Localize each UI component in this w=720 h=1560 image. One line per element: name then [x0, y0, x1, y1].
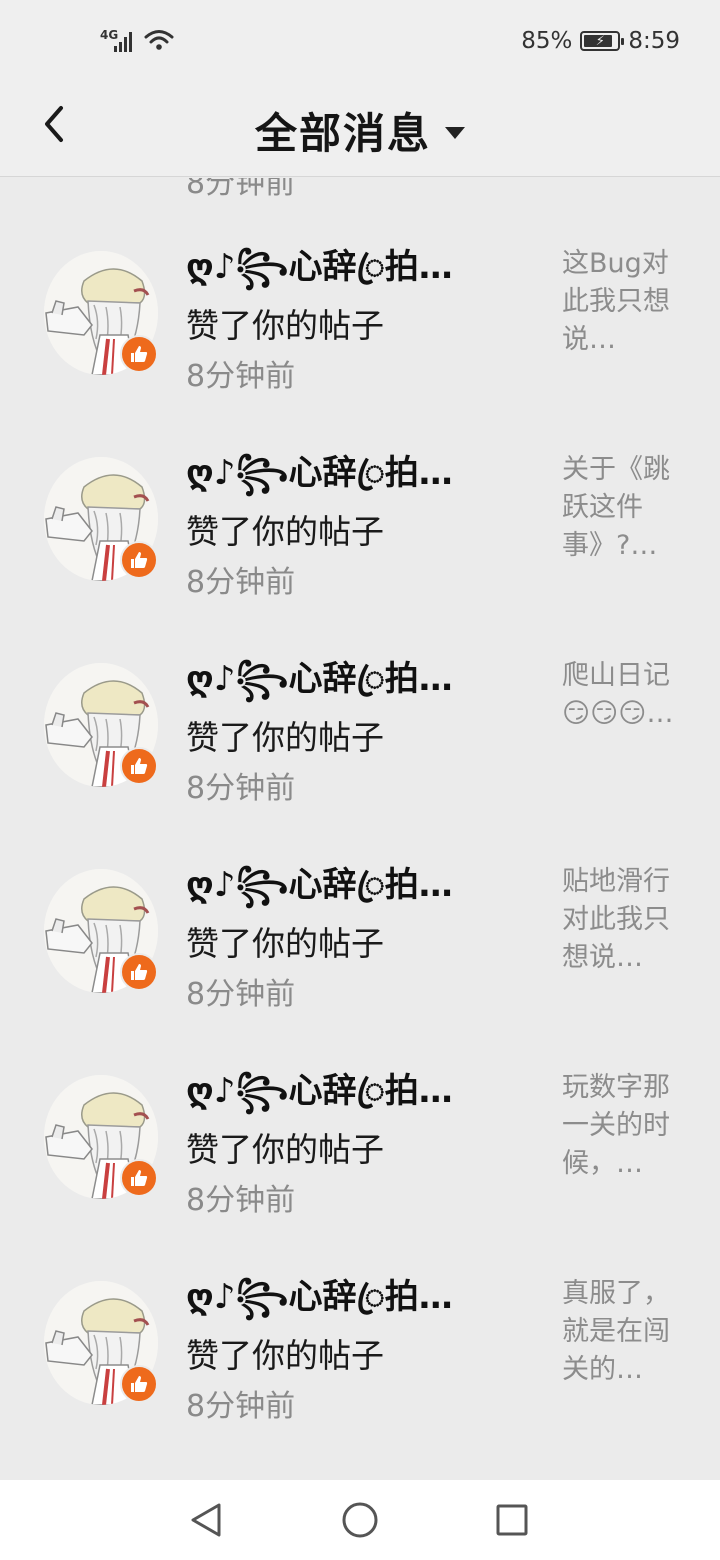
like-badge	[120, 541, 158, 579]
post-preview[interactable]: 爬山日记😏😏😏…	[562, 657, 692, 733]
nav-home-button[interactable]	[340, 1500, 380, 1540]
message-time: 8分钟前	[186, 178, 296, 201]
thumbs-up-icon	[131, 552, 148, 568]
message-action: 赞了你的帖子	[186, 718, 384, 757]
thumbs-up-icon	[131, 346, 148, 362]
battery-percent: 85%	[521, 28, 573, 54]
message-time: 8分钟前	[186, 1183, 296, 1218]
like-badge	[120, 1159, 158, 1197]
post-preview[interactable]: 关于《跳跃这件事》?…	[562, 451, 692, 565]
message-time: 8分钟前	[186, 565, 296, 600]
list-item[interactable]: ღ♪꧂心辞ꦿ拍… 赞了你的帖子 8分钟前 关于《跳跃这件事》?…	[0, 409, 720, 615]
message-time: 8分钟前	[186, 771, 296, 806]
post-preview[interactable]: 真服了，就是在闯关的…	[562, 1275, 692, 1389]
nav-back-button[interactable]	[186, 1500, 226, 1540]
post-preview[interactable]: 贴地滑行对此我只想说…	[562, 863, 692, 977]
message-action: 赞了你的帖子	[186, 1336, 384, 1375]
list-item[interactable]: ღ♪꧂心辞ꦿ拍… 赞了你的帖子 8分钟前 真服了，就是在闯关的…	[0, 1233, 720, 1439]
signal-icon	[114, 30, 138, 52]
list-item[interactable]: ღ♪꧂心辞ꦿ拍… 赞了你的帖子 8分钟前 爬山日记😏😏😏…	[0, 615, 720, 821]
message-list[interactable]: 8分钟前 ღ♪꧂心辞ꦿ拍… 赞了你的帖子 8分钟前 这Bug对此我只想说… ღ♪…	[0, 178, 720, 1480]
list-item[interactable]: ღ♪꧂心辞ꦿ拍… 赞了你的帖子 8分钟前 玩数字那一关的时候，…	[0, 1027, 720, 1233]
thumbs-up-icon	[131, 758, 148, 774]
battery-icon: ⚡	[580, 31, 625, 51]
wifi-icon	[144, 30, 174, 50]
clock: 8:59	[628, 28, 680, 54]
nav-recents-button[interactable]	[492, 1500, 532, 1540]
post-preview[interactable]: 这Bug对此我只想说…	[562, 245, 692, 359]
post-preview[interactable]: 玩数字那一关的时候，…	[562, 1069, 692, 1183]
message-action: 赞了你的帖子	[186, 306, 384, 345]
like-badge	[120, 953, 158, 991]
triangle-back-icon	[191, 1503, 221, 1537]
screen: 4G 85% ⚡ 8:59 全部消息 8分钟前 ღ♪꧂心辞ꦿ拍… 赞了你的帖子 …	[0, 0, 720, 1560]
list-item[interactable]: ღ♪꧂心辞ꦿ拍… 赞了你的帖子 8分钟前 这Bug对此我只想说…	[0, 203, 720, 409]
thumbs-up-icon	[131, 1170, 148, 1186]
charging-icon: ⚡	[595, 33, 605, 49]
thumbs-up-icon	[131, 964, 148, 980]
navigation-bar	[0, 1480, 720, 1560]
circle-home-icon	[342, 1502, 378, 1538]
message-time: 8分钟前	[186, 359, 296, 394]
message-action: 赞了你的帖子	[186, 924, 384, 963]
list-item-partial[interactable]: 8分钟前	[0, 178, 720, 201]
status-right: 85% ⚡ 8:59	[521, 28, 680, 54]
thumbs-up-icon	[131, 1376, 148, 1392]
caret-down-icon	[445, 126, 465, 139]
message-action: 赞了你的帖子	[186, 512, 384, 551]
list-item[interactable]: ღ♪꧂心辞ꦿ拍… 赞了你的帖子 8分钟前 贴地滑行对此我只想说…	[0, 821, 720, 1027]
like-badge	[120, 747, 158, 785]
square-recents-icon	[496, 1504, 528, 1536]
message-time: 8分钟前	[186, 977, 296, 1012]
title-dropdown[interactable]: 全部消息	[0, 100, 720, 161]
message-action: 赞了你的帖子	[186, 1130, 384, 1169]
like-badge	[120, 1365, 158, 1403]
message-time: 8分钟前	[186, 1389, 296, 1424]
page-title: 全部消息	[254, 109, 431, 158]
header: 全部消息	[0, 84, 720, 177]
like-badge	[120, 335, 158, 373]
status-bar: 4G 85% ⚡ 8:59	[0, 0, 720, 84]
